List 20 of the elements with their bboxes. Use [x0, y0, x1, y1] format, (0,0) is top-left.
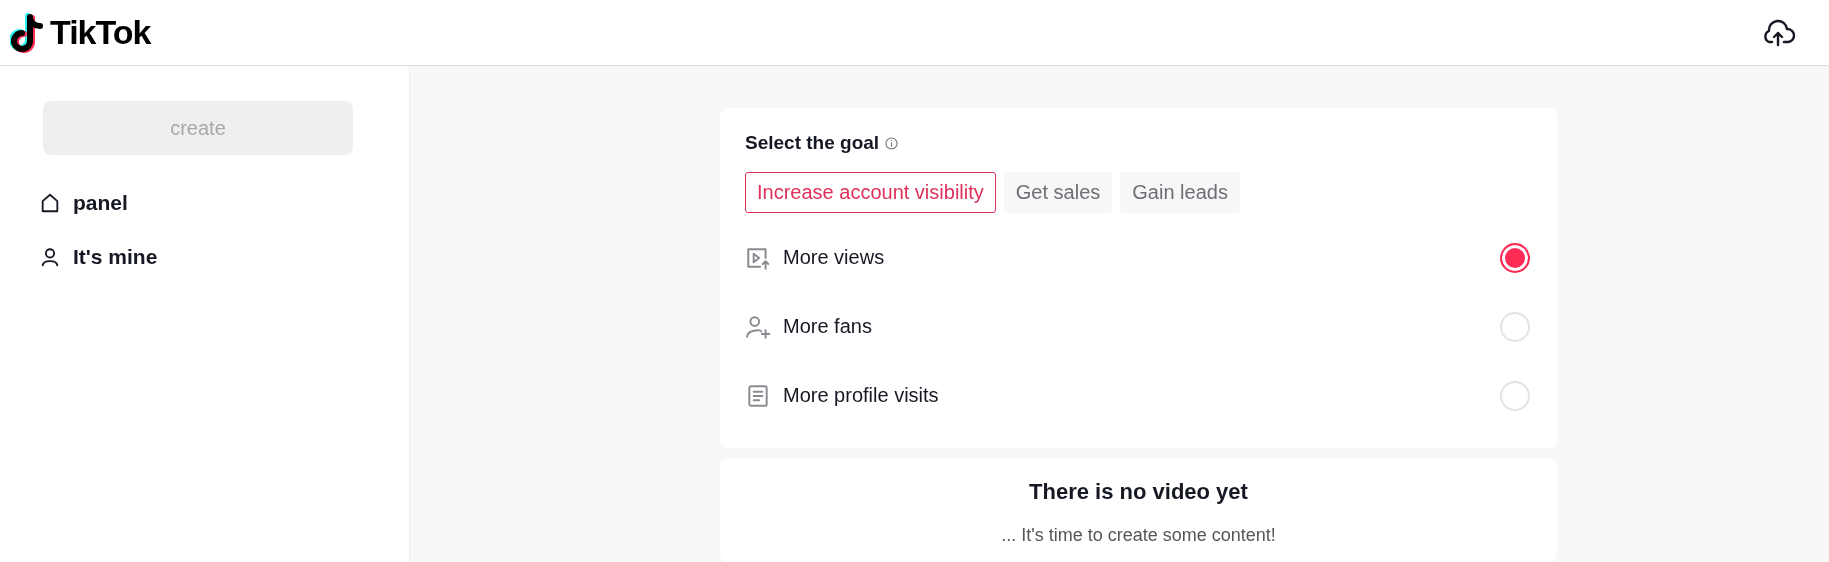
goal-tab[interactable]: Increase account visibility — [745, 172, 996, 213]
sidebar-item[interactable]: panel — [35, 187, 132, 219]
person-icon — [39, 246, 61, 268]
goal-tab[interactable]: Get sales — [1003, 172, 1113, 213]
empty-state-message: ... It's time to create some content! — [1001, 525, 1276, 546]
document-icon — [745, 382, 771, 409]
radio-button[interactable] — [1500, 242, 1530, 273]
option-label: More profile visits — [783, 384, 940, 407]
info-icon[interactable] — [885, 136, 899, 150]
logo-text: TikTok — [50, 13, 151, 52]
sidebar-item[interactable]: It's mine — [35, 241, 162, 273]
empty-state-title: There is no video yet — [1029, 479, 1248, 505]
person-add-icon — [745, 313, 771, 340]
cloud-upload-icon[interactable] — [1761, 17, 1795, 48]
music-note-logo-icon — [10, 12, 46, 53]
goal-tab[interactable]: Gain leads — [1120, 172, 1240, 213]
option-label: More fans — [783, 315, 873, 338]
home-icon — [39, 192, 61, 214]
option-label: More views — [783, 246, 886, 269]
card-title: Select the goal — [745, 132, 880, 154]
